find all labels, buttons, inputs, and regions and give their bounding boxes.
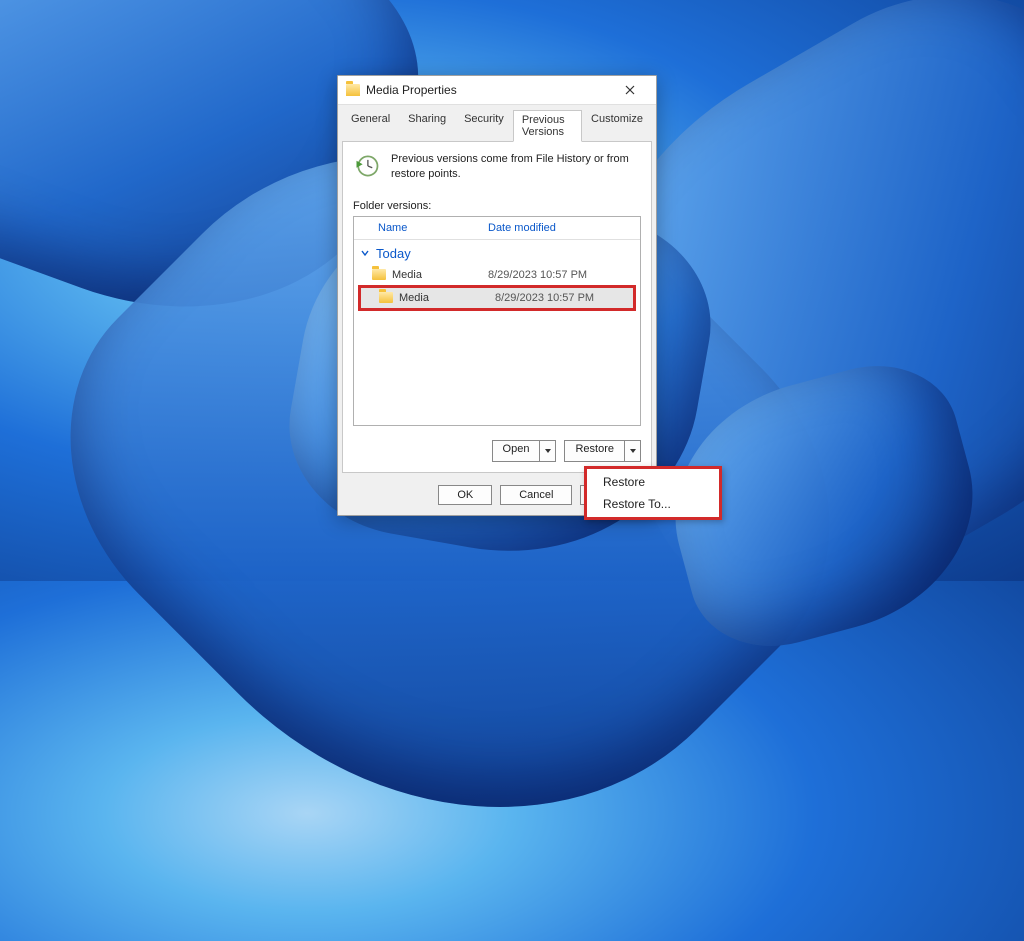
- info-text: Previous versions come from File History…: [391, 152, 629, 182]
- window-title: Media Properties: [366, 83, 612, 97]
- info-row: Previous versions come from File History…: [353, 152, 641, 182]
- restore-dropdown-arrow[interactable]: [624, 441, 640, 461]
- restore-label: Restore: [565, 441, 624, 461]
- tab-strip: General Sharing Security Previous Versio…: [338, 105, 656, 141]
- folder-icon: [372, 269, 386, 280]
- version-row[interactable]: Media 8/29/2023 10:57 PM: [354, 265, 640, 285]
- restore-button[interactable]: Restore: [564, 440, 641, 462]
- version-row[interactable]: Media 8/29/2023 10:57 PM: [361, 288, 633, 308]
- open-label: Open: [493, 441, 540, 461]
- chevron-down-icon: [360, 248, 370, 258]
- tab-customize[interactable]: Customize: [582, 109, 652, 141]
- menu-item-restore[interactable]: Restore: [587, 471, 719, 493]
- folder-icon: [379, 292, 393, 303]
- row-name: Media: [392, 269, 422, 281]
- open-dropdown-arrow[interactable]: [539, 441, 555, 461]
- tab-security[interactable]: Security: [455, 109, 513, 141]
- column-headers: Name Date modified: [354, 217, 640, 240]
- section-label: Folder versions:: [353, 200, 641, 212]
- tab-previous-versions[interactable]: Previous Versions: [513, 110, 582, 142]
- tab-panel-previous-versions: Previous versions come from File History…: [342, 141, 652, 473]
- open-button[interactable]: Open: [492, 440, 557, 462]
- group-label: Today: [376, 246, 411, 261]
- row-date: 8/29/2023 10:57 PM: [488, 269, 640, 281]
- column-name[interactable]: Name: [378, 222, 488, 234]
- properties-dialog: Media Properties General Sharing Securit…: [337, 75, 657, 516]
- tab-general[interactable]: General: [342, 109, 399, 141]
- folder-icon: [346, 84, 360, 96]
- ok-button[interactable]: OK: [438, 485, 492, 505]
- menu-item-restore-to[interactable]: Restore To...: [587, 493, 719, 515]
- history-icon: [353, 152, 381, 180]
- tab-sharing[interactable]: Sharing: [399, 109, 455, 141]
- highlight-annotation: Media 8/29/2023 10:57 PM: [358, 285, 636, 311]
- cancel-button[interactable]: Cancel: [500, 485, 572, 505]
- info-line2: restore points.: [391, 168, 461, 180]
- close-button[interactable]: [612, 80, 648, 100]
- group-today[interactable]: Today: [354, 240, 640, 265]
- column-date-modified[interactable]: Date modified: [488, 222, 640, 234]
- titlebar: Media Properties: [338, 76, 656, 105]
- row-name: Media: [399, 292, 429, 304]
- info-line1: Previous versions come from File History…: [391, 153, 629, 165]
- action-row: Open Restore: [353, 440, 641, 462]
- restore-dropdown-menu: Restore Restore To...: [584, 466, 722, 520]
- row-date: 8/29/2023 10:57 PM: [495, 292, 633, 304]
- versions-list: Name Date modified Today Media 8/29/2023…: [353, 216, 641, 426]
